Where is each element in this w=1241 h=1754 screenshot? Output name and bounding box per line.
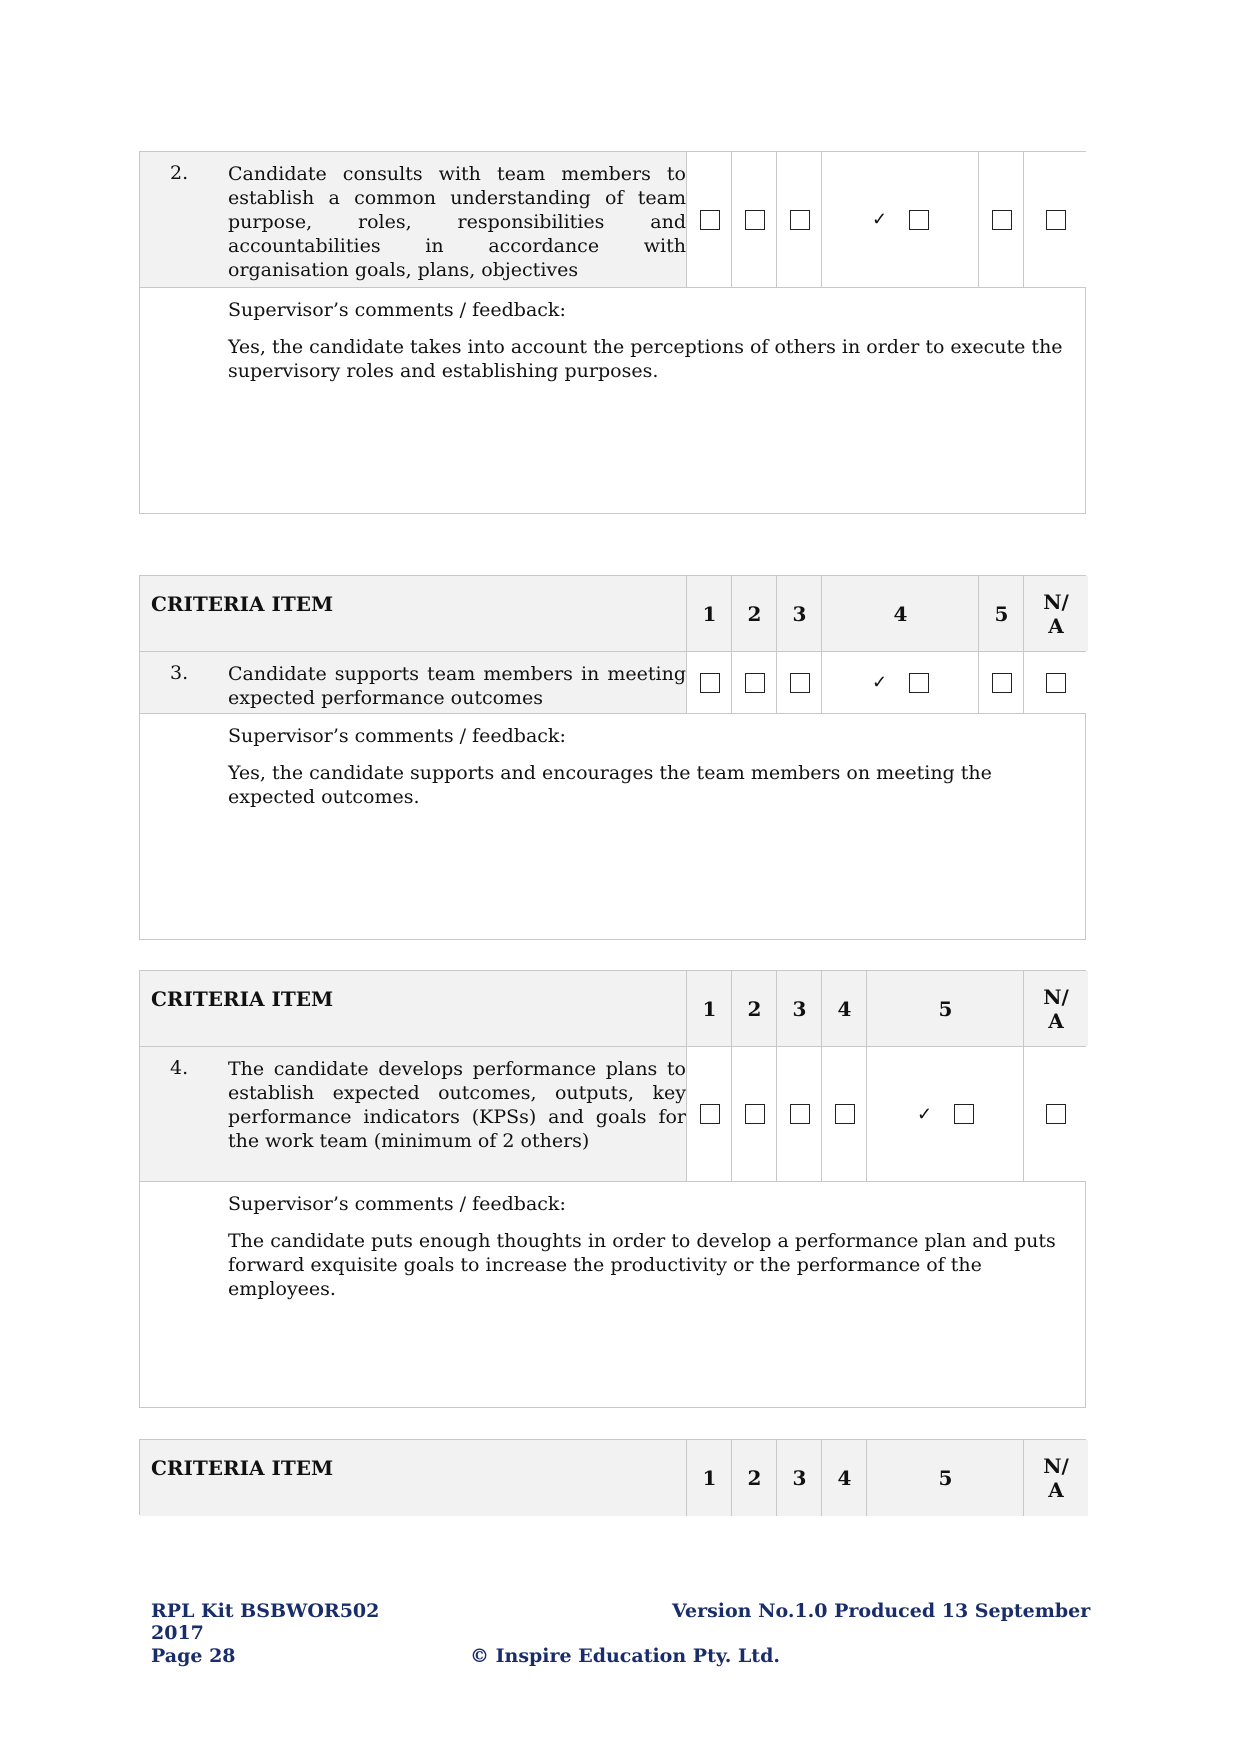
supervisor-comment: Yes, the candidate supports and encourag… <box>228 762 992 808</box>
header-row: CRITERIA ITEM 1 2 3 4 5 N/ A <box>140 971 1088 1047</box>
rating-checkbox[interactable] <box>1046 209 1066 230</box>
rating-cell-2 <box>731 1047 777 1181</box>
document-page: 2. Candidate consults with team members t… <box>0 0 1241 1754</box>
item-number: 2. <box>170 162 189 184</box>
item-number: 4. <box>170 1057 189 1079</box>
rating-checkbox[interactable] <box>789 209 810 230</box>
rating-checkbox[interactable] <box>909 672 930 693</box>
criteria-item-heading: CRITERIA ITEM <box>151 1456 334 1480</box>
rating-checkbox[interactable] <box>699 209 720 230</box>
item-description: Candidate consults with team members to … <box>228 163 686 281</box>
rating-header-6: N/ A <box>1023 971 1088 1046</box>
rating-header-4: 4 <box>821 576 979 651</box>
rating-cell-5: ✓ <box>866 1047 1024 1181</box>
rating-header-6: N/ A <box>1023 1440 1088 1516</box>
rating-checkbox[interactable] <box>789 1104 810 1124</box>
rating-cell-5 <box>978 152 1024 287</box>
criteria-table: CRITERIA ITEM 1 2 3 4 5 N/ A 3. Candidate suppor… <box>139 575 1088 941</box>
rating-header-2: 2 <box>731 971 777 1046</box>
criteria-item-heading: CRITERIA ITEM <box>151 592 334 616</box>
rating-header-4: 4 <box>821 971 867 1046</box>
rating-header-5: 5 <box>978 576 1024 651</box>
rating-cell-5 <box>978 652 1024 713</box>
footer-version: Version No.1.0 Produced 13 September <box>672 1600 1091 1622</box>
rating-header-1: 1 <box>686 1440 732 1516</box>
rating-checkbox[interactable] <box>954 1104 975 1124</box>
item-description: The candidate develops performance plans… <box>228 1058 686 1152</box>
rating-checkbox[interactable] <box>991 209 1012 230</box>
header-row: CRITERIA ITEM 1 2 3 4 5 N/ A <box>140 1440 1088 1516</box>
rating-checkbox[interactable] <box>744 209 765 230</box>
rating-header-3: 3 <box>776 576 822 651</box>
rating-checkbox[interactable] <box>1046 672 1066 693</box>
rating-cell-6 <box>1023 1047 1088 1181</box>
rating-header-2: 2 <box>731 576 777 651</box>
rating-checkbox[interactable] <box>834 1104 855 1124</box>
footer-kit: RPL Kit BSBWOR502 <box>151 1600 380 1622</box>
check-mark-icon: ✓ <box>871 672 888 693</box>
comments-row: Supervisor’s comments / feedback: Yes, th… <box>140 714 1085 941</box>
rating-checkbox[interactable] <box>909 209 930 230</box>
item-number: 3. <box>170 662 189 684</box>
header-row: CRITERIA ITEM 1 2 3 4 5 N/ A <box>140 576 1088 652</box>
supervisor-comment: Yes, the candidate takes into account th… <box>228 336 1063 382</box>
rating-header-3: 3 <box>776 1440 822 1516</box>
rating-cell-3 <box>776 652 822 713</box>
criteria-table: CRITERIA ITEM 1 2 3 4 5 N/ A <box>139 1439 1088 1516</box>
criteria-item-heading: CRITERIA ITEM <box>151 987 334 1011</box>
rating-checkbox[interactable] <box>789 672 810 693</box>
rating-header-5: 5 <box>866 1440 1024 1516</box>
rating-cell-1 <box>686 652 732 713</box>
rating-checkbox[interactable] <box>744 1104 765 1124</box>
rating-cell-1 <box>686 1047 732 1181</box>
comments-row: Supervisor’s comments / feedback: The can… <box>140 1182 1085 1409</box>
rating-header-6: N/ A <box>1023 576 1088 651</box>
rating-cell-4: ✓ <box>821 152 979 287</box>
rating-checkbox[interactable] <box>744 672 765 693</box>
rating-checkbox[interactable] <box>699 1104 720 1124</box>
comments-label: Supervisor’s comments / feedback: <box>228 1193 566 1215</box>
check-mark-icon: ✓ <box>871 209 888 230</box>
criteria-row: 2. Candidate consults with team members t… <box>140 152 1088 288</box>
criteria-row: 3. Candidate supports team members in mee… <box>140 652 1088 714</box>
criteria-table: CRITERIA ITEM 1 2 3 4 5 N/ A 4. The candidate de… <box>139 970 1088 1409</box>
rating-cell-3 <box>776 1047 822 1181</box>
rating-cell-4: ✓ <box>821 652 979 713</box>
supervisor-comment: The candidate puts enough thoughts in or… <box>228 1230 1056 1300</box>
rating-header-3: 3 <box>776 971 822 1046</box>
footer-copyright: © Inspire Education Pty. Ltd. <box>470 1645 780 1667</box>
item-description: Candidate supports team members in meeti… <box>228 663 686 709</box>
comments-label: Supervisor’s comments / feedback: <box>228 725 566 747</box>
rating-checkbox[interactable] <box>1046 1104 1066 1124</box>
rating-header-2: 2 <box>731 1440 777 1516</box>
criteria-table: 2. Candidate consults with team members t… <box>139 151 1088 515</box>
rating-cell-1 <box>686 152 732 287</box>
footer-year: 2017 <box>151 1622 204 1644</box>
rating-header-1: 1 <box>686 576 732 651</box>
rating-checkbox[interactable] <box>699 672 720 693</box>
rating-header-4: 4 <box>821 1440 867 1516</box>
rating-cell-6 <box>1023 152 1088 287</box>
rating-cell-4 <box>821 1047 867 1181</box>
footer-page: Page 28 <box>151 1645 236 1667</box>
rating-cell-2 <box>731 152 777 287</box>
rating-header-5: 5 <box>866 971 1024 1046</box>
rating-cell-6 <box>1023 652 1088 713</box>
check-mark-icon: ✓ <box>916 1103 933 1125</box>
rating-checkbox[interactable] <box>991 672 1012 693</box>
rating-cell-2 <box>731 652 777 713</box>
rating-header-1: 1 <box>686 971 732 1046</box>
comments-label: Supervisor’s comments / feedback: <box>228 299 566 321</box>
criteria-row: 4. The candidate develops performance pla… <box>140 1047 1088 1182</box>
rating-cell-3 <box>776 152 822 287</box>
comments-row: Supervisor’s comments / feedback: Yes, th… <box>140 288 1085 515</box>
